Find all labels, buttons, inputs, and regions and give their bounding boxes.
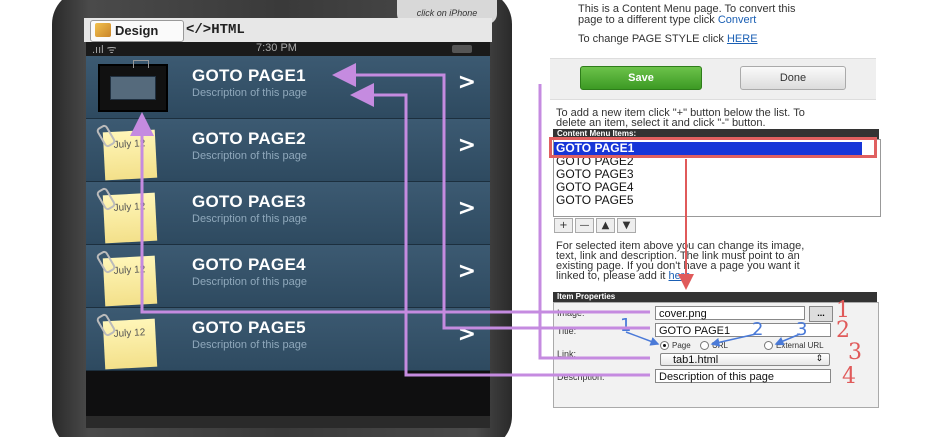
tutorial-screenshot: click on iPhone Design </>HTML .ııl ᯤ 7:… [0,0,937,437]
radio-arrow [625,331,660,346]
image-arrow [130,112,650,314]
link-arrow [538,84,650,360]
annotation-arrows [130,63,801,377]
description-arrow [350,83,650,377]
radio-arrow [774,333,801,346]
title-arrow [332,63,650,330]
radio-arrow [710,333,757,347]
